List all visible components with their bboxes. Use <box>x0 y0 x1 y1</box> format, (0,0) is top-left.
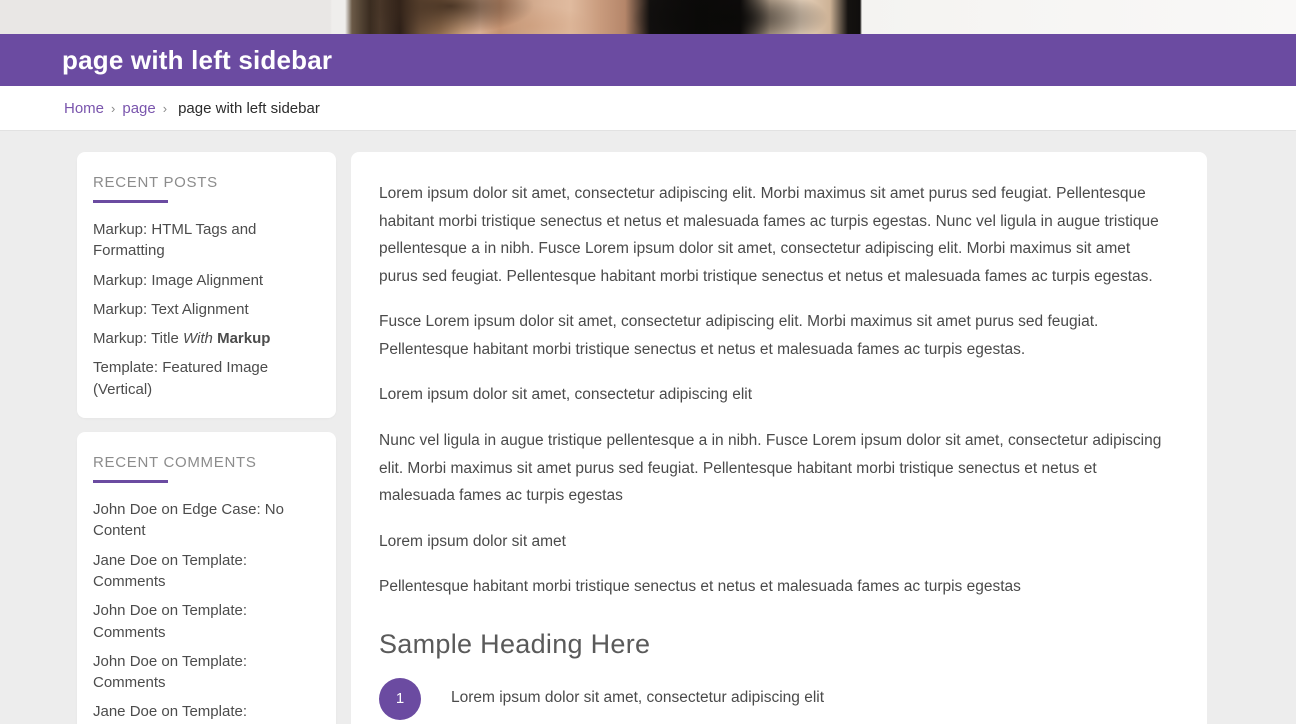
widget-recent-posts: RECENT POSTS Markup: HTML Tags and Forma… <box>77 152 336 419</box>
recent-comment-link[interactable]: John Doe on Edge Case: No Content <box>93 499 320 542</box>
breadcrumb-separator-icon: › <box>111 100 116 116</box>
list-item: John Doe on Edge Case: No Content <box>93 499 320 542</box>
content-paragraph: Nunc vel ligula in augue tristique pelle… <box>379 432 1162 505</box>
list-item: John Doe on Template: Comments <box>93 651 320 694</box>
recent-post-link-markup[interactable]: Markup: Title With Markup <box>93 328 320 349</box>
list-item: Markup: Text Alignment <box>93 299 320 320</box>
content-paragraph: Lorem ipsum dolor sit amet, consectetur … <box>379 185 1159 285</box>
content-paragraph: Lorem ipsum dolor sit amet <box>379 532 566 550</box>
breadcrumb-bar: Home › page › page with left sidebar <box>0 86 1296 131</box>
recent-comment-link[interactable]: John Doe on Template: Comments <box>93 600 320 643</box>
content-paragraph: Fusce Lorem ipsum dolor sit amet, consec… <box>379 313 1099 358</box>
recent-comments-list: John Doe on Edge Case: No Content Jane D… <box>93 499 320 724</box>
breadcrumb-link-home[interactable]: Home <box>64 100 104 117</box>
widget-title-underline <box>93 200 168 203</box>
widget-recent-comments: RECENT COMMENTS John Doe on Edge Case: N… <box>77 432 336 724</box>
list-item: Markup: Title With Markup <box>93 328 320 349</box>
content-heading: Sample Heading Here <box>379 628 651 659</box>
list-number-badge: 1 <box>379 677 421 720</box>
numbered-list: 1 Lorem ipsum dolor sit amet, consectetu… <box>379 676 1164 724</box>
recent-post-link-italic: With <box>183 330 213 348</box>
breadcrumb: Home › page › page with left sidebar <box>64 100 320 117</box>
hero-photo <box>0 0 1296 34</box>
page-body: RECENT POSTS Markup: HTML Tags and Forma… <box>0 131 1296 724</box>
recent-comment-link[interactable]: John Doe on Template: Comments <box>93 651 320 694</box>
hero-image <box>0 0 1296 34</box>
list-item: Template: Featured Image (Vertical) <box>93 357 320 400</box>
widget-title-recent-posts: RECENT POSTS <box>93 174 218 191</box>
recent-comment-link[interactable]: Jane Doe on Template: Comments <box>93 550 320 593</box>
list-item: Markup: HTML Tags and Formatting <box>93 219 320 262</box>
list-item: Jane Doe on Template: Comments <box>93 550 320 593</box>
recent-post-link-bold: Markup <box>212 330 271 348</box>
recent-post-link[interactable]: Markup: Image Alignment <box>93 270 320 291</box>
recent-post-link[interactable]: Markup: HTML Tags and Formatting <box>93 219 320 262</box>
widget-title-underline <box>93 480 168 484</box>
list-item: Jane Doe on Template: Comments <box>93 701 320 724</box>
numbered-list-item: 1 Lorem ipsum dolor sit amet, consectetu… <box>379 676 1164 720</box>
widget-title-recent-comments: RECENT COMMENTS <box>93 454 257 472</box>
recent-posts-list: Markup: HTML Tags and Formatting Markup:… <box>93 219 320 400</box>
numbered-list-text: Lorem ipsum dolor sit amet, consectetur … <box>451 688 825 706</box>
page-title-bar: page with left sidebar <box>0 34 1296 86</box>
left-sidebar: RECENT POSTS Markup: HTML Tags and Forma… <box>77 152 336 724</box>
list-item: Markup: Image Alignment <box>93 270 320 291</box>
recent-post-link-plain: Markup: Title <box>93 330 184 348</box>
page-title: page with left sidebar <box>62 45 333 75</box>
breadcrumb-current: page with left sidebar <box>178 99 320 117</box>
main-content: Lorem ipsum dolor sit amet, consectetur … <box>351 152 1207 724</box>
content-paragraph: Lorem ipsum dolor sit amet, consectetur … <box>379 386 753 404</box>
recent-post-link[interactable]: Template: Featured Image (Vertical) <box>93 357 320 400</box>
recent-post-link[interactable]: Markup: Text Alignment <box>93 299 320 320</box>
recent-comment-link[interactable]: Jane Doe on Template: Comments <box>93 701 320 724</box>
content-paragraph: Pellentesque habitant morbi tristique se… <box>379 578 1021 596</box>
breadcrumb-link-page[interactable]: page <box>122 100 155 117</box>
breadcrumb-separator-icon: › <box>162 100 168 116</box>
list-item: John Doe on Template: Comments <box>93 600 320 643</box>
